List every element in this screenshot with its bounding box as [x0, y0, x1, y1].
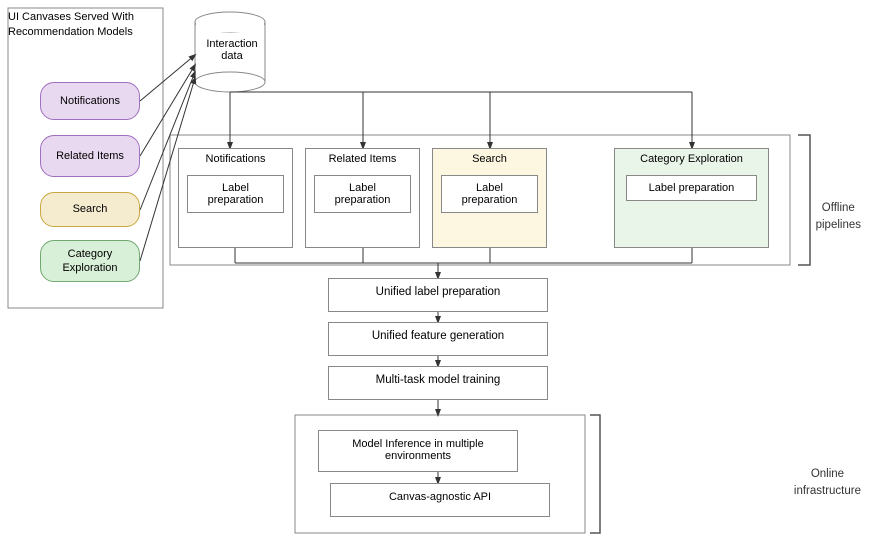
category-label-prep: Label preparation	[626, 175, 756, 201]
notifications-pipeline-title: Notifications	[179, 149, 292, 169]
related-items-label-prep: Label preparation	[314, 175, 410, 213]
unified-label-prep-box: Unified label preparation	[328, 278, 548, 312]
notifications-label-prep: Label preparation	[187, 175, 283, 213]
offline-pipelines-label: Offlinepipelines	[816, 200, 861, 235]
search-pipeline: Search Label preparation	[432, 148, 547, 248]
diagram-container: UI Canvases Served With Recommendation M…	[0, 0, 875, 555]
ui-title: UI Canvases Served With Recommendation M…	[8, 10, 163, 41]
interaction-data-label: Interaction data	[196, 38, 268, 62]
model-inference-box: Model Inference in multiple environments	[318, 430, 518, 472]
online-infrastructure-label: Onlineinfrastructure	[794, 466, 861, 501]
canvas-api-box: Canvas-agnostic API	[330, 483, 550, 517]
search-pipeline-title: Search	[433, 149, 546, 169]
category-exploration-canvas-box: Category Exploration	[40, 240, 140, 282]
category-pipeline-title: Category Exploration	[615, 149, 768, 169]
category-pipeline: Category Exploration Label preparation	[614, 148, 769, 248]
related-items-canvas-box: Related Items	[40, 135, 140, 177]
multitask-training-box: Multi-task model training	[328, 366, 548, 400]
search-canvas-box: Search	[40, 192, 140, 227]
notifications-canvas-box: Notifications	[40, 82, 140, 120]
related-items-pipeline: Related Items Label preparation	[305, 148, 420, 248]
notifications-pipeline: Notifications Label preparation	[178, 148, 293, 248]
related-items-pipeline-title: Related Items	[306, 149, 419, 169]
search-label-prep: Label preparation	[441, 175, 537, 213]
unified-feature-gen-box: Unified feature generation	[328, 322, 548, 356]
